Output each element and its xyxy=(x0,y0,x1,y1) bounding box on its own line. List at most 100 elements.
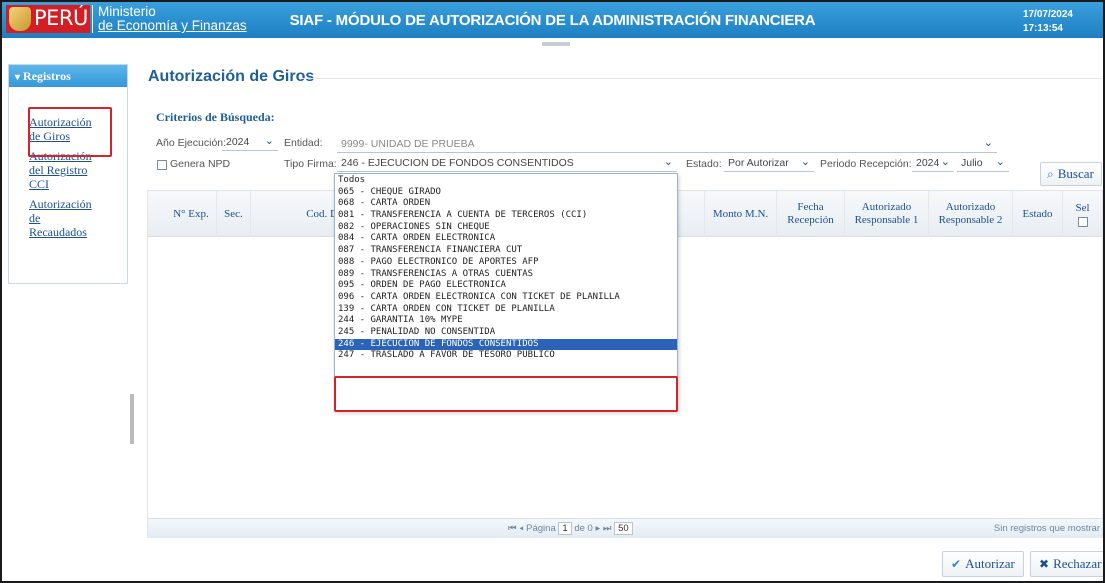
search-button[interactable]: ⌕ Buscar xyxy=(1040,162,1102,186)
dropdown-option[interactable]: 065 - CHEQUE GIRADO xyxy=(335,187,677,199)
periodo-label: Periodo Recepción: xyxy=(820,158,912,170)
dropdown-option[interactable]: 244 - GARANTIA 10% MYPE xyxy=(335,315,677,327)
estado-value: Por Autorizar xyxy=(728,157,789,169)
highlight-box-sidebar xyxy=(28,107,112,157)
select-all-checkbox[interactable] xyxy=(1077,216,1088,227)
col-aut2-l1: Autorizado xyxy=(945,201,996,213)
col-autorizado-2[interactable]: Autorizado Responsable 2 xyxy=(928,191,1012,237)
search-criteria-title: Criterios de Búsqueda: xyxy=(156,110,275,124)
collapse-arrow-icon: ▾ xyxy=(15,72,21,83)
chevron-down-icon: ⌄ xyxy=(800,156,810,168)
periodo-month-value: Julio xyxy=(961,157,983,169)
dropdown-option[interactable]: 245 - PENALIDAD NO CONSENTIDA xyxy=(335,327,677,339)
col-sel-label: Sel xyxy=(1075,201,1090,214)
sidebar-title: Registros xyxy=(23,69,71,83)
page-of-label: de 0 xyxy=(574,523,593,534)
next-page-icon[interactable]: ▸ xyxy=(595,523,600,534)
sidebar: ▾ Registros Autorización de Giros Autoriz… xyxy=(8,64,128,284)
sidebar-header[interactable]: ▾ Registros xyxy=(9,65,127,87)
page-label: Página xyxy=(526,523,556,534)
dropdown-option[interactable]: 246 - EJECUCION DE FONDOS CONSENTIDOS xyxy=(335,338,677,351)
last-page-icon[interactable]: ⏭ xyxy=(603,523,612,534)
sidebar-item-label: Recaudados xyxy=(29,225,87,239)
periodo-month-select[interactable]: Julio ⌄ xyxy=(957,154,1009,172)
prev-page-icon[interactable]: ◂ xyxy=(519,523,523,534)
entity-field[interactable]: 9999- UNIDAD DE PRUEBA ⌄ xyxy=(337,135,997,153)
collapse-handle[interactable] xyxy=(542,42,570,46)
dropdown-option[interactable]: 068 - CARTA ORDEN xyxy=(335,198,677,210)
year-label: Año Ejecución: xyxy=(156,137,227,149)
periodo-year-value: 2024 xyxy=(916,157,940,169)
authorize-label: Autorizar xyxy=(965,556,1015,571)
x-icon: ✖ xyxy=(1039,557,1050,571)
col-aut2-l2: Responsable 2 xyxy=(938,214,1003,226)
col-aut1-l1: Autorizado xyxy=(861,201,912,213)
time-text: 17:13:54 xyxy=(1022,23,1063,34)
firma-select[interactable]: 246 - EJECUCION DE FONDOS CONSENTIDOS ⌄ xyxy=(337,154,677,172)
chevron-down-icon: ⌄ xyxy=(995,156,1005,168)
page-title: Autorización de Giros xyxy=(148,68,315,85)
chevron-down-icon: ⌄ xyxy=(663,156,673,168)
authorize-button[interactable]: ✔ Autorizar xyxy=(942,551,1024,577)
dropdown-option[interactable]: Todos xyxy=(335,175,677,187)
dropdown-option[interactable]: 247 - TRASLADO A FAVOR DE TESORO PUBLICO xyxy=(335,350,677,362)
genera-npd-label: Genera NPD xyxy=(170,158,231,170)
col-nexp[interactable]: N° Exp. xyxy=(166,191,216,237)
estado-label: Estado: xyxy=(686,158,722,170)
estado-select[interactable]: Por Autorizar ⌄ xyxy=(724,154,814,172)
grid-footer: ⏮ ◂ Página 1 de 0 ▸ ⏭ 50 Sin registros q… xyxy=(148,518,1102,538)
search-button-label: Buscar xyxy=(1057,166,1094,181)
app-title: SIAF - MÓDULO DE AUTORIZACIÓN DE LA ADMI… xyxy=(289,12,816,29)
chevron-down-icon: ⌄ xyxy=(983,137,993,149)
firma-label: Tipo Firma: xyxy=(284,158,337,170)
sidebar-item-label: Autorización xyxy=(29,197,92,211)
check-icon: ✔ xyxy=(951,557,962,571)
col-fecha[interactable]: Fecha Recepción xyxy=(776,191,844,237)
col-sec[interactable]: Sec. xyxy=(216,191,250,237)
title-divider xyxy=(302,78,1102,79)
col-sel[interactable]: Sel xyxy=(1062,191,1102,237)
entity-label: Entidad: xyxy=(284,137,323,149)
page-size-select[interactable]: 50 xyxy=(614,522,633,535)
sidebar-item-autorizacion-recaudados[interactable]: Autorización de Recaudados xyxy=(29,197,127,239)
dropdown-option[interactable]: 081 - TRANSFERENCIA A CUENTA DE TERCEROS… xyxy=(335,210,677,222)
reject-button[interactable]: ✖ Rechazar xyxy=(1030,551,1103,577)
col-fecha-l1: Fecha xyxy=(797,201,824,213)
dropdown-option[interactable]: 139 - CARTA ORDEN CON TICKET DE PLANILLA xyxy=(335,304,677,316)
chevron-down-icon: ⌄ xyxy=(264,135,274,147)
year-select[interactable]: 2024 ⌄ xyxy=(222,133,278,151)
col-autorizado-1[interactable]: Autorizado Responsable 1 xyxy=(844,191,928,237)
dropdown-option[interactable]: 087 - TRANSFERENCIA FINANCIERA CUT xyxy=(335,245,677,257)
dropdown-option[interactable]: 088 - PAGO ELECTRONICO DE APORTES AFP xyxy=(335,257,677,269)
first-page-icon[interactable]: ⏮ xyxy=(508,523,517,534)
col-estado[interactable]: Estado xyxy=(1012,191,1062,237)
chevron-down-icon: ⌄ xyxy=(940,156,950,168)
dropdown-option[interactable]: 095 - ORDEN DE PAGO ELECTRÓNICA xyxy=(335,280,677,292)
page-input[interactable]: 1 xyxy=(558,522,572,535)
panel-splitter[interactable] xyxy=(130,394,134,444)
col-aut1-l2: Responsable 1 xyxy=(854,214,919,226)
reject-label: Rechazar xyxy=(1053,556,1102,571)
year-value: 2024 xyxy=(226,136,250,148)
app-window: PERÚ Ministerio de Economía y Finanzas S… xyxy=(0,0,1105,583)
col-fecha-l2: Recepción xyxy=(787,214,834,226)
col-monto[interactable]: Monto M.N. xyxy=(704,191,776,237)
app-header: PERÚ Ministerio de Economía y Finanzas S… xyxy=(2,2,1103,38)
highlight-box-options xyxy=(334,376,678,412)
col-cod[interactable]: Cod. D xyxy=(250,191,340,237)
sidebar-item-label: de xyxy=(29,211,41,225)
datetime: 17/07/2024 17:13:54 xyxy=(1023,8,1073,36)
dropdown-option[interactable]: 089 - TRANSFERENCIAS A OTRAS CUENTAS xyxy=(335,269,677,281)
dropdown-option[interactable]: 082 - OPERACIONES SIN CHEQUE xyxy=(335,222,677,234)
dropdown-option[interactable]: 084 - CARTA ORDEN ELECTRÓNICA xyxy=(335,233,677,245)
firma-value: 246 - EJECUCION DE FONDOS CONSENTIDOS xyxy=(341,157,574,169)
entity-value: 9999- UNIDAD DE PRUEBA xyxy=(341,138,475,150)
periodo-year-select[interactable]: 2024 ⌄ xyxy=(912,154,954,172)
date-text: 17/07/2024 xyxy=(1022,9,1073,20)
search-icon: ⌕ xyxy=(1047,167,1054,181)
sidebar-item-label: del Registro xyxy=(29,163,88,177)
genera-npd-checkbox[interactable] xyxy=(157,160,167,170)
sidebar-item-label: CCI xyxy=(29,177,50,191)
no-records-text: Sin registros que mostrar xyxy=(993,523,1100,534)
dropdown-option[interactable]: 096 - CARTA ORDEN ELECTRÓNICA CON TICKET… xyxy=(335,292,677,304)
